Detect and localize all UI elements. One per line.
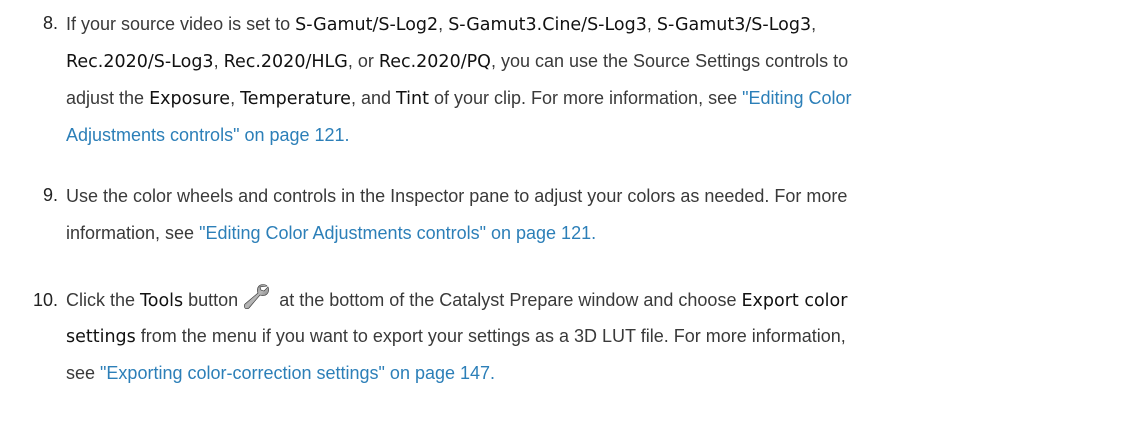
step-text: If your source video is set to S-Gamut/S… xyxy=(66,6,1116,154)
ui-term: Tint xyxy=(396,89,429,109)
step-number: 9. xyxy=(42,185,58,205)
ui-term: Export color xyxy=(741,291,848,311)
ui-term: S-Gamut3/S-Log3 xyxy=(656,15,812,35)
text-line: If your source video is set to S-Gamut/S… xyxy=(66,6,1116,43)
text-line: see "Exporting color-correction settings… xyxy=(66,355,1116,392)
text-run: adjust the xyxy=(66,88,150,108)
text-line: Adjustments controls" on page 121. xyxy=(66,117,1116,154)
text-line: information, see "Editing Color Adjustme… xyxy=(66,215,1116,252)
ui-term: Rec.2020/S-Log3 xyxy=(66,52,214,72)
text-line: adjust the Exposure, Temperature, and Ti… xyxy=(66,80,1116,117)
text-run: If your source video is set to xyxy=(66,14,296,34)
cross-reference-link[interactable]: "Editing Color Adjustments controls" on … xyxy=(199,223,596,243)
cross-reference-link[interactable]: "Editing Color xyxy=(742,88,851,108)
text-run: , xyxy=(230,88,241,108)
text-run: see xyxy=(66,363,101,383)
ui-term: Tools xyxy=(140,291,184,311)
text-run: , xyxy=(213,51,224,71)
cross-reference-link[interactable]: Adjustments controls" on page 121. xyxy=(66,125,350,145)
text-run: , xyxy=(811,14,817,34)
text-run: Use the color wheels and controls in the… xyxy=(66,186,848,206)
step-number: 8. xyxy=(42,13,58,33)
text-line: Click the Tools button at the bottom of … xyxy=(66,276,1116,318)
ui-term: Temperature xyxy=(240,89,351,109)
ui-term: Rec.2020/PQ xyxy=(378,52,491,72)
text-line: settings from the menu if you want to ex… xyxy=(66,318,1116,355)
text-run: at the bottom of the Catalyst Prepare wi… xyxy=(274,290,742,310)
step-number: 10. xyxy=(32,290,58,310)
text-line: Rec.2020/S-Log3, Rec.2020/HLG, or Rec.20… xyxy=(66,43,1116,80)
ui-term: S-Gamut3.Cine/S-Log3 xyxy=(448,15,647,35)
text-run: , xyxy=(438,14,449,34)
text-line: Use the color wheels and controls in the… xyxy=(66,178,1116,215)
ui-term: S-Gamut/S-Log2 xyxy=(295,15,439,35)
text-run: button xyxy=(183,290,239,310)
ui-term: settings xyxy=(66,327,136,347)
ui-term: Rec.2020/HLG xyxy=(223,52,348,72)
step-text: Click the Tools button at the bottom of … xyxy=(66,276,1116,392)
text-run: Click the xyxy=(66,290,141,310)
text-run: from the menu if you want to export your… xyxy=(135,326,846,346)
step-text: Use the color wheels and controls in the… xyxy=(66,178,1116,252)
cross-reference-link[interactable]: "Exporting color-correction settings" on… xyxy=(100,363,495,383)
text-run: , you can use the Source Settings contro… xyxy=(490,51,849,71)
ui-term: Exposure xyxy=(149,89,231,109)
text-run: , or xyxy=(347,51,379,71)
text-run: information, see xyxy=(66,223,200,243)
text-run: of your clip. For more information, see xyxy=(428,88,743,108)
text-run: , xyxy=(646,14,657,34)
text-run: , and xyxy=(350,88,396,108)
